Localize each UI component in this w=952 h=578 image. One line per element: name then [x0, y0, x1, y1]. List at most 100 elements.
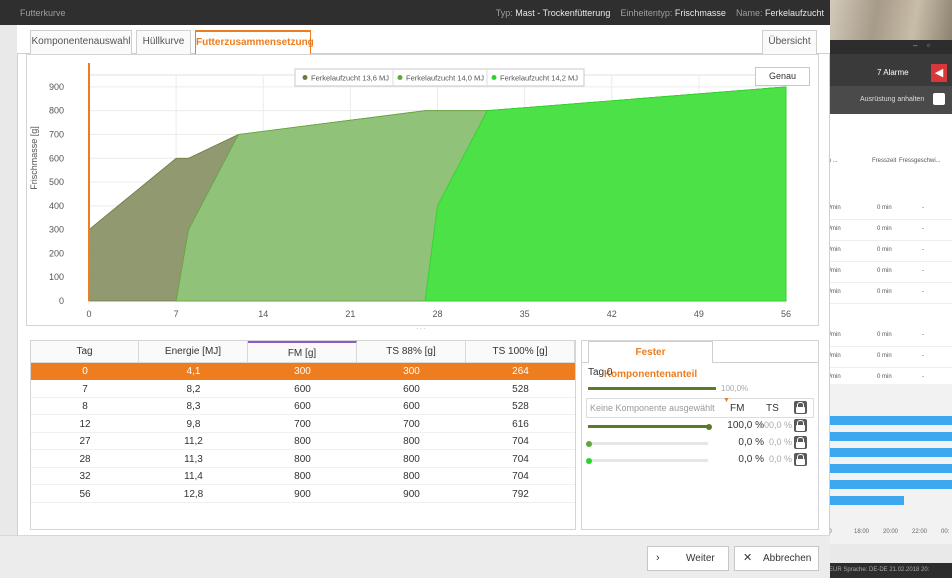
table-cell: 704 [512, 471, 529, 482]
table-cell: 56 [79, 488, 91, 500]
table-cell: 28 [79, 453, 91, 465]
table-header-cell[interactable]: Energie [MJ] [139, 341, 248, 363]
share-track [588, 459, 708, 462]
tab-futterzusammensetzung[interactable]: Futterzusammensetzung [195, 30, 314, 55]
y-tick-label: 700 [49, 129, 64, 139]
x-tick-label: 42 [607, 309, 617, 319]
lock-icon[interactable] [794, 453, 807, 466]
x-tick-label: 49 [694, 309, 704, 319]
bg-time: 0 min [877, 226, 892, 232]
alarm-count[interactable]: 7 Alarme [877, 68, 909, 77]
table-cell: 800 [294, 436, 311, 447]
table-row[interactable]: 0 4,1 300 300 264 [31, 363, 575, 380]
table-cell: 600 [294, 401, 311, 412]
restore-icon[interactable]: ▫ [927, 41, 930, 50]
fm-column-header[interactable]: FM [730, 403, 744, 414]
bg-axis-tick: 20:00 [883, 529, 899, 535]
table-cell: 9,8 [186, 418, 201, 430]
bg-table-row: g/min 0 min - [825, 283, 952, 304]
table-cell: 600 [403, 401, 420, 412]
ts-share-value: 0,0 % [768, 454, 792, 464]
ts-share-value: 100,0 % [758, 420, 792, 430]
minimize-icon[interactable]: – [913, 41, 917, 50]
tab-komponentenauswahl[interactable]: Komponentenauswahl [30, 30, 132, 54]
table-cell: 8 [82, 401, 88, 412]
table-row[interactable]: 8 8,3 600 600 528 [31, 398, 575, 415]
table-header-cell[interactable]: Tag [31, 341, 139, 363]
share-slider-handle[interactable] [586, 457, 592, 464]
tab-fixed-component-share[interactable]: Fester Komponentenanteil [588, 341, 713, 380]
table-header-cell[interactable]: TS 88% [g] [357, 341, 466, 363]
table-cell: 11,4 [184, 471, 203, 482]
table-cell: 4,1 [186, 366, 201, 377]
legend-label[interactable]: Ferkelaufzucht 14,2 MJ [500, 74, 578, 83]
table-cell: 600 [294, 383, 311, 395]
table-cell: 900 [294, 488, 311, 500]
bg-dash: - [922, 268, 924, 274]
overview-button[interactable]: Übersicht [762, 30, 817, 54]
type-label: Typ: [495, 8, 513, 18]
lock-icon[interactable] [794, 401, 807, 414]
table-row[interactable]: 27 11,2 800 800 704 [31, 433, 575, 450]
chart-legend: Ferkelaufzucht 13,6 MJ Ferkelaufzucht 14,… [294, 68, 585, 87]
lock-icon[interactable] [794, 436, 807, 449]
bg-dash: - [922, 353, 924, 359]
table-cell: 12 [79, 418, 91, 430]
background-toolbar: Ausrüstung anhalten [825, 86, 952, 114]
bg-axis-tick: 00: [941, 529, 950, 535]
x-tick-label: 0 [86, 309, 91, 319]
exact-button[interactable]: Genau [755, 67, 810, 86]
table-cell: 800 [294, 453, 311, 465]
legend-label[interactable]: Ferkelaufzucht 14,0 MJ [406, 74, 484, 83]
y-tick-label: 100 [49, 272, 64, 282]
x-tick-label: 7 [174, 309, 179, 319]
alarm-speaker-icon[interactable]: ◀ [931, 64, 947, 82]
cancel-button[interactable]: ✕ Abbrechen [734, 546, 819, 571]
bg-dash: - [922, 374, 924, 380]
table-header-cell[interactable]: FM [g] [248, 341, 357, 363]
stop-equipment-label[interactable]: Ausrüstung anhalten [860, 96, 924, 103]
share-slider-handle[interactable] [706, 423, 712, 430]
bg-dash: - [922, 205, 924, 211]
no-component-label: Keine Komponente ausgewählt [590, 403, 715, 413]
tab-strip: Komponentenauswahl Hüllkurve Futterzusam… [17, 25, 830, 55]
y-tick-label: 400 [49, 201, 64, 211]
table-row[interactable]: 12 9,8 700 700 616 [31, 416, 575, 433]
bg-dash: - [922, 289, 924, 295]
splitter-handle[interactable]: ··· [26, 324, 819, 336]
table-cell: 11,2 [184, 436, 203, 447]
table-cell: 792 [512, 488, 529, 500]
next-button[interactable]: › Weiter [647, 546, 729, 571]
day-label: Tag 0 [588, 367, 613, 378]
table-row[interactable]: 28 11,3 800 800 704 [31, 451, 575, 468]
close-icon: ✕ [743, 552, 753, 564]
name-value: Ferkelaufzucht [764, 8, 824, 18]
name-label: Name: [735, 8, 763, 18]
ts-column-header[interactable]: TS [766, 403, 779, 414]
feed-curve-chart[interactable]: 0 100 200 300 400 500 600 700 800 900 0 7 14 21 28 35 42… [27, 55, 820, 327]
gantt-bar [830, 448, 952, 457]
legend-label[interactable]: Ferkelaufzucht 13,6 MJ [311, 74, 389, 83]
table-row[interactable]: 56 12,8 900 900 792 [31, 486, 575, 503]
table-header-cell[interactable]: TS 100% [g] [466, 341, 575, 363]
lock-icon[interactable] [794, 419, 807, 432]
stop-equipment-icon[interactable] [933, 93, 945, 105]
table-row[interactable]: 7 8,2 600 600 528 [31, 381, 575, 398]
bg-time: 0 min [877, 332, 892, 338]
bg-time: 0 min [877, 247, 892, 253]
tab-huellkurve[interactable]: Hüllkurve [136, 30, 191, 54]
table-row[interactable]: 32 11,4 800 800 704 [31, 468, 575, 485]
table-cell: 27 [79, 436, 91, 447]
share-slider-handle[interactable] [586, 440, 592, 447]
table-cell: 900 [403, 488, 420, 500]
sort-indicator-icon: ▼ [723, 397, 730, 404]
bg-col-header: Fressgeschwi... [899, 158, 941, 164]
bg-table-row: g/min 0 min - [825, 262, 952, 283]
bg-axis-tick: 18:00 [854, 529, 870, 535]
gantt-bar [830, 496, 904, 505]
table-cell: 800 [403, 471, 420, 482]
bg-dash: - [922, 226, 924, 232]
bg-table-row: g/min 0 min - [825, 220, 952, 241]
background-status-bar: EUR Sprache: DE-DE 21.02.2018 20: [825, 563, 952, 578]
x-tick-label: 21 [345, 309, 355, 319]
